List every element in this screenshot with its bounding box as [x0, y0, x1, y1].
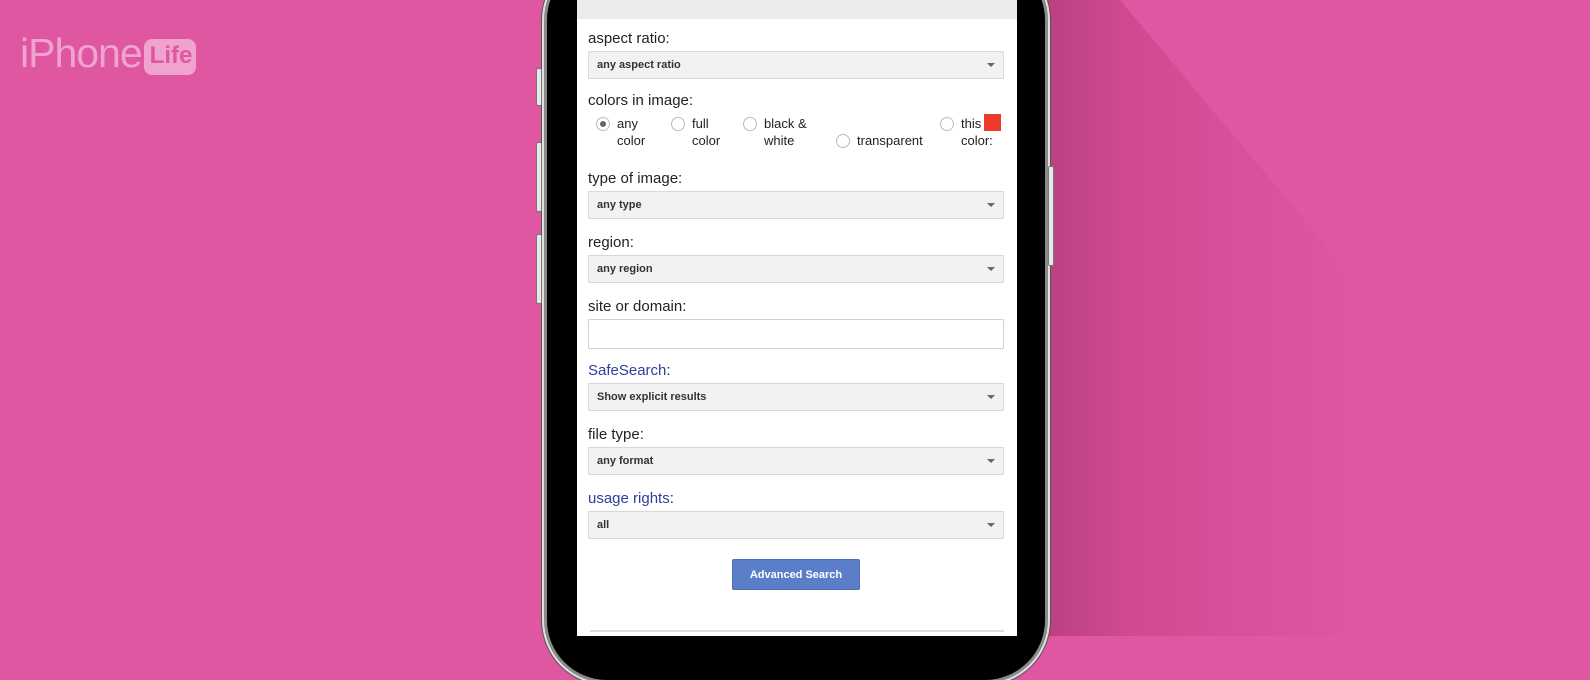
aspect-ratio-label: aspect ratio:: [588, 30, 670, 47]
advanced-image-search-form: aspect ratio: any aspect ratio colors in…: [577, 29, 1017, 590]
divider: [590, 630, 1004, 632]
radio-label-line2: color: [692, 133, 721, 148]
colon: :: [669, 490, 674, 507]
logo-badge: Life: [143, 39, 197, 75]
phone-screen: aspect ratio: any aspect ratio colors in…: [577, 0, 1017, 636]
radio-label-line2: white: [764, 133, 795, 148]
usage-rights-link[interactable]: usage rights: [588, 490, 670, 507]
radio-transparent[interactable]: transparent: [836, 132, 923, 149]
radio-full-color[interactable]: full color: [671, 115, 720, 149]
file-type-label: file type:: [588, 426, 644, 443]
radio-unchecked-icon: [671, 117, 685, 131]
colon: :: [666, 362, 671, 379]
safesearch-label: SafeSearch:: [588, 361, 1004, 381]
logo-text: iPhone: [20, 30, 143, 76]
region-label: region:: [588, 234, 634, 251]
radio-black-white[interactable]: black & white: [743, 115, 807, 149]
region-select[interactable]: any region: [588, 255, 1004, 283]
radio-label-line1: full: [692, 116, 709, 131]
radio-unchecked-icon: [836, 134, 850, 148]
chevron-down-icon: [987, 267, 995, 271]
radio-checked-icon: [596, 117, 610, 131]
safesearch-link[interactable]: SafeSearch: [588, 362, 666, 379]
phone-volume-up-button: [536, 142, 542, 212]
radio-label: transparent: [857, 133, 923, 148]
colors-label: colors in image:: [588, 92, 694, 109]
radio-label-line1: this: [961, 116, 982, 131]
site-or-domain-label: site or domain:: [588, 298, 687, 315]
phone-power-button: [1048, 166, 1054, 266]
safesearch-value: Show explicit results: [597, 391, 707, 403]
iphonelife-logo: iPhone Life: [20, 25, 197, 76]
chevron-down-icon: [987, 63, 995, 67]
browser-top-bar: [577, 0, 1017, 19]
chevron-down-icon: [987, 523, 995, 527]
file-type-value: any format: [597, 455, 654, 467]
type-of-image-label: type of image:: [588, 170, 683, 187]
chevron-down-icon: [987, 459, 995, 463]
type-of-image-value: any type: [597, 199, 642, 211]
aspect-ratio-value: any aspect ratio: [597, 59, 681, 71]
region-value: any region: [597, 263, 653, 275]
radio-unchecked-icon: [743, 117, 757, 131]
colors-radio-group: any color full color black & white transpar…: [588, 111, 1004, 163]
phone-mute-switch: [536, 68, 542, 106]
color-swatch[interactable]: [984, 114, 1001, 131]
radio-label-line1: any: [617, 116, 638, 131]
site-or-domain-input[interactable]: [588, 319, 1004, 349]
chevron-down-icon: [987, 395, 995, 399]
usage-rights-label: usage rights:: [588, 489, 1004, 509]
radio-unchecked-icon: [940, 117, 954, 131]
radio-label-line2: color: [617, 133, 646, 148]
aspect-ratio-select[interactable]: any aspect ratio: [588, 51, 1004, 79]
phone-volume-down-button: [536, 234, 542, 304]
radio-label-line1: black &: [764, 116, 807, 131]
file-type-select[interactable]: any format: [588, 447, 1004, 475]
type-of-image-select[interactable]: any type: [588, 191, 1004, 219]
chevron-down-icon: [987, 203, 995, 207]
advanced-search-button[interactable]: Advanced Search: [732, 559, 860, 590]
radio-any-color[interactable]: any color: [596, 115, 645, 149]
phone-shadow: [1040, 0, 1360, 636]
radio-label-line2: color:: [961, 133, 993, 148]
safesearch-select[interactable]: Show explicit results: [588, 383, 1004, 411]
usage-rights-value: all: [597, 519, 610, 531]
usage-rights-select[interactable]: all: [588, 511, 1004, 539]
